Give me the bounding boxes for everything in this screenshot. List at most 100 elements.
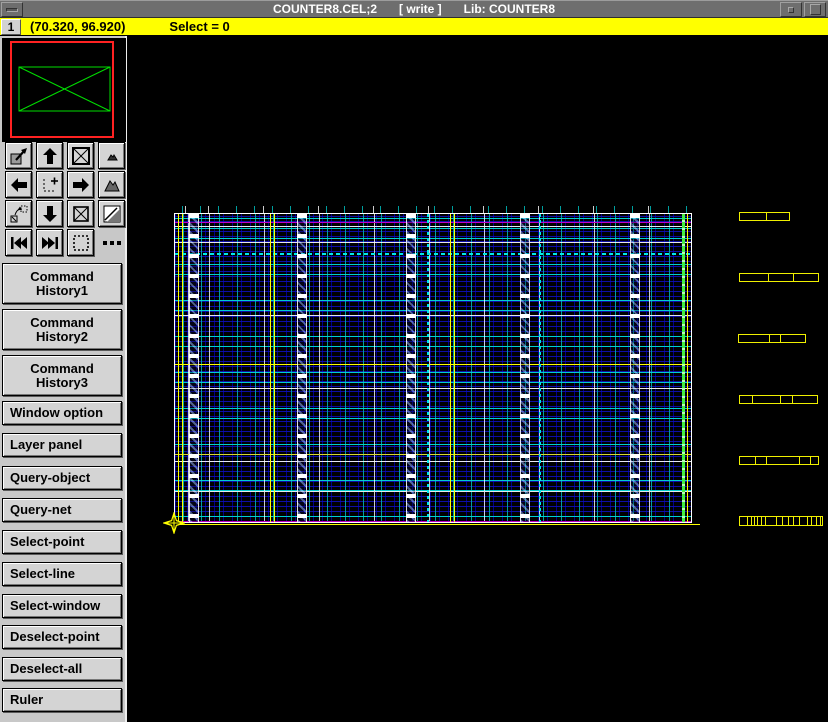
cursor-coordinates: (70.320, 96.920) xyxy=(30,19,125,34)
ruler-tick xyxy=(769,335,770,342)
pan-up-icon[interactable] xyxy=(36,142,63,169)
pan-view-icon[interactable] xyxy=(5,200,32,227)
ruler-object[interactable] xyxy=(739,395,818,404)
contact-column xyxy=(406,214,416,522)
ruler-tick xyxy=(810,457,811,464)
layout-canvas[interactable] xyxy=(127,36,828,722)
pan-left-icon[interactable] xyxy=(5,171,32,198)
main-area: Command History1 Command History2 Command … xyxy=(0,36,828,722)
poly-column xyxy=(270,214,275,522)
ruler-tick xyxy=(793,274,794,281)
minimize-icon[interactable] xyxy=(780,2,802,17)
command-button-command-history2[interactable]: Command History2 xyxy=(2,309,122,350)
titlebar: COUNTER8.CEL;2 [ write ] Lib: COUNTER8 xyxy=(0,0,828,18)
cell-layout[interactable] xyxy=(174,213,692,523)
ruler-tick xyxy=(799,457,800,464)
ruler-tick xyxy=(757,517,758,525)
command-button-deselect-all[interactable]: Deselect-all xyxy=(2,657,122,681)
ruler-object[interactable] xyxy=(739,456,819,465)
window-title: COUNTER8.CEL;2 [ write ] Lib: COUNTER8 xyxy=(0,1,828,17)
selection-count: Select = 0 xyxy=(169,19,229,34)
select-area-icon[interactable] xyxy=(67,229,94,256)
green-power-rail xyxy=(682,214,685,522)
ruler-tick xyxy=(752,396,753,403)
more-icon[interactable] xyxy=(98,229,125,256)
title-cell-name: COUNTER8.CEL;2 xyxy=(273,2,377,16)
ruler-tick xyxy=(776,517,777,525)
ruler-object[interactable] xyxy=(739,273,819,282)
command-button-layer-panel[interactable]: Layer panel xyxy=(2,433,122,457)
cell-bottom-rail xyxy=(168,524,700,525)
command-button-ruler[interactable]: Ruler xyxy=(2,688,122,712)
routing-hline xyxy=(175,521,691,522)
mountain-icon[interactable] xyxy=(98,171,125,198)
routing-hline xyxy=(175,222,691,223)
contact-column xyxy=(189,214,199,522)
ruler-tick xyxy=(766,457,767,464)
ruler-tick xyxy=(780,396,781,403)
ruler-tick xyxy=(792,396,793,403)
peak-small-icon[interactable] xyxy=(98,142,125,169)
ruler-tick xyxy=(793,517,794,525)
command-button-select-window[interactable]: Select-window xyxy=(2,594,122,618)
ruler-tick xyxy=(788,517,789,525)
select-highlight-hline xyxy=(175,253,691,255)
command-button-select-line[interactable]: Select-line xyxy=(2,562,122,586)
tool-sidebar: Command History1 Command History2 Command … xyxy=(0,36,127,722)
ruler-tick xyxy=(799,517,800,525)
grid-stubs xyxy=(174,206,692,213)
routing-hline xyxy=(175,491,691,492)
routing-hline xyxy=(175,454,691,455)
contact-column xyxy=(297,214,307,522)
ruler-tick xyxy=(782,517,783,525)
ruler-tick xyxy=(807,517,808,525)
application-window: COUNTER8.CEL;2 [ write ] Lib: COUNTER8 1… xyxy=(0,0,828,722)
ruler-tick xyxy=(780,335,781,342)
ruler-tick xyxy=(768,274,769,281)
poly-column xyxy=(450,214,455,522)
ruler-tick xyxy=(820,517,821,525)
zoom-box-icon[interactable] xyxy=(67,200,94,227)
contact-column xyxy=(630,214,640,522)
view-next-icon[interactable] xyxy=(36,229,63,256)
command-button-query-net[interactable]: Query-net xyxy=(2,498,122,522)
pan-down-icon[interactable] xyxy=(36,200,63,227)
redraw-icon[interactable] xyxy=(5,142,32,169)
ruler-tick xyxy=(761,517,762,525)
command-button-command-history1[interactable]: Command History1 xyxy=(2,263,122,304)
ruler-object[interactable] xyxy=(738,334,806,343)
title-library: Lib: COUNTER8 xyxy=(464,2,555,16)
ruler-tick xyxy=(754,517,755,525)
ruler-tick xyxy=(755,457,756,464)
command-button-window-option[interactable]: Window option xyxy=(2,401,122,425)
select-highlight-vline xyxy=(539,214,541,522)
ruler-tick xyxy=(747,517,748,525)
command-button-query-object[interactable]: Query-object xyxy=(2,466,122,490)
zoom-fit-icon[interactable] xyxy=(67,142,94,169)
maximize-icon[interactable] xyxy=(804,2,826,17)
zoom-in-area-icon[interactable] xyxy=(36,171,63,198)
ruler-tick xyxy=(766,213,767,220)
view-number-badge: 1 xyxy=(1,19,21,35)
ruler-object[interactable] xyxy=(739,516,823,526)
overview-window[interactable] xyxy=(2,38,126,142)
ruler-object[interactable] xyxy=(739,212,790,221)
routing-hline xyxy=(175,364,691,365)
ruler-tick xyxy=(765,517,766,525)
corner-fill-icon[interactable] xyxy=(98,200,125,227)
yellow-edge-line xyxy=(687,214,688,522)
pan-right-icon[interactable] xyxy=(67,171,94,198)
select-highlight-vline xyxy=(427,214,429,522)
view-prev-icon[interactable] xyxy=(5,229,32,256)
poly-column xyxy=(178,214,183,522)
ruler-tick xyxy=(751,517,752,525)
command-button-command-history3[interactable]: Command History3 xyxy=(2,355,122,396)
contact-column xyxy=(520,214,530,522)
command-button-deselect-point[interactable]: Deselect-point xyxy=(2,625,122,649)
ruler-tick xyxy=(816,517,817,525)
command-button-select-point[interactable]: Select-point xyxy=(2,530,122,554)
overview-graphic xyxy=(2,38,126,142)
title-write-mode: [ write ] xyxy=(399,2,442,16)
statusbar: 1 (70.320, 96.920) Select = 0 xyxy=(0,18,828,36)
origin-marker-icon xyxy=(163,512,185,534)
